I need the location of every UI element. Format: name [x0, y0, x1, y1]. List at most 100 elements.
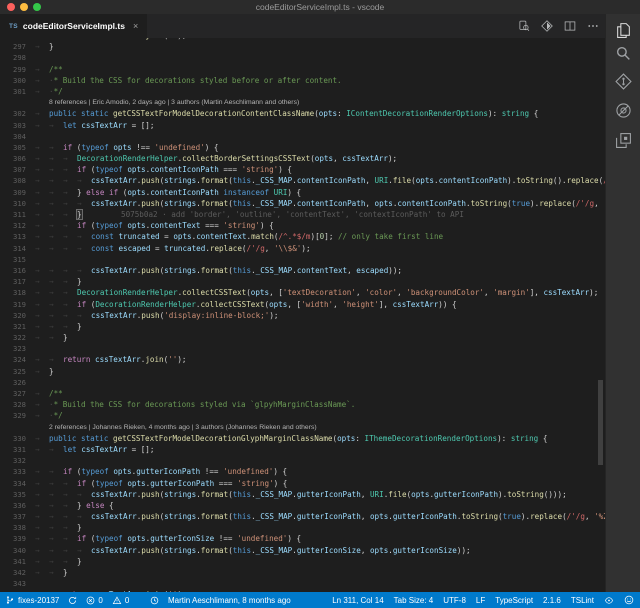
status-item[interactable]: UTF-8 — [443, 596, 466, 605]
tab-whitespace-arrow: → — [49, 287, 63, 298]
tab-whitespace-arrow: → — [77, 265, 91, 276]
code-line[interactable]: 310→→→→cssTextArr.push(strings.format(th… — [0, 198, 605, 209]
line-number: 337 — [0, 511, 26, 522]
code-line[interactable]: 301→·*/ — [0, 86, 605, 97]
tslint-status-icon[interactable] — [604, 596, 614, 605]
open-changes-icon[interactable] — [541, 20, 553, 32]
code-line[interactable]: 328→·* Build the CSS for decorations sty… — [0, 399, 605, 410]
tab-codeEditorServiceImpl[interactable]: TS codeEditorServiceImpl.ts × — [0, 14, 147, 38]
tab-whitespace-arrow: → — [49, 478, 63, 489]
code-line[interactable]: 340→→→→cssTextArr.push(strings.format(th… — [0, 545, 605, 556]
code-line[interactable]: 323 — [0, 343, 605, 354]
tab-whitespace-arrow: → — [77, 310, 91, 321]
warning-count-item[interactable]: 0 — [112, 596, 129, 605]
code-line[interactable]: 329→·*/ — [0, 410, 605, 421]
code-line[interactable]: 339→→→if (typeof opts.gutterIconSize !==… — [0, 533, 605, 544]
line-number: 336 — [0, 500, 26, 511]
debug-icon[interactable] — [615, 102, 632, 119]
close-window-button[interactable] — [7, 3, 15, 11]
tab-whitespace-arrow: → — [35, 175, 49, 186]
explorer-icon[interactable] — [615, 22, 632, 39]
code-line[interactable]: 341→→→} — [0, 556, 605, 567]
code-line[interactable]: 338→→→} — [0, 522, 605, 533]
extensions-icon[interactable] — [615, 132, 632, 149]
status-item[interactable]: Tab Size: 4 — [394, 596, 434, 605]
code-line[interactable]: 342→→} — [0, 567, 605, 578]
zoom-window-button[interactable] — [33, 3, 41, 11]
status-item[interactable]: Ln 311, Col 14 — [332, 596, 383, 605]
code-line[interactable]: 309→→→} else if (opts.contentIconPath in… — [0, 187, 605, 198]
line-number: 316 — [0, 265, 26, 276]
line-number: 305 — [0, 142, 26, 153]
feedback-smiley-icon[interactable] — [624, 595, 634, 605]
code-line[interactable]: 319→→→if (DecorationRenderHelper.collect… — [0, 299, 605, 310]
code-line[interactable]: 322→→} — [0, 332, 605, 343]
codelens[interactable]: 8 references | Eric Amodio, 2 days ago |… — [0, 97, 605, 108]
source-control-icon[interactable] — [615, 73, 632, 90]
codelens[interactable]: 2 references | Johannes Rieken, 4 months… — [0, 422, 605, 433]
status-item[interactable]: TypeScript — [495, 596, 533, 605]
tab-whitespace-arrow: → — [49, 265, 63, 276]
split-editor-icon[interactable] — [564, 20, 576, 32]
code-line[interactable]: 308→→→→cssTextArr.push(strings.format(th… — [0, 175, 605, 186]
code-line[interactable]: 325→} — [0, 366, 605, 377]
code-line[interactable]: 318→→→DecorationRenderHelper.collectCSST… — [0, 287, 605, 298]
line-number: 325 — [0, 366, 26, 377]
code-line[interactable]: 326 — [0, 377, 605, 388]
code-line[interactable]: 324→→return cssTextArr.join(''); — [0, 354, 605, 365]
more-actions-icon[interactable] — [587, 20, 599, 32]
tab-whitespace-arrow: → — [63, 299, 77, 310]
code-line[interactable]: 320→→→→cssTextArr.push('display:inline-b… — [0, 310, 605, 321]
git-branch-item[interactable]: fixes-20137 — [6, 595, 59, 605]
code-line[interactable]: 302→public static getCSSTextForModelDeco… — [0, 108, 605, 119]
code-line[interactable]: 313→→→→const truncated = opts.contentTex… — [0, 231, 605, 242]
tab-whitespace-arrow: → — [49, 545, 63, 556]
code-line[interactable]: 314→→→→const escaped = truncated.replace… — [0, 243, 605, 254]
open-preview-icon[interactable] — [518, 20, 530, 32]
error-count-item[interactable]: 0 — [86, 596, 102, 605]
minimize-window-button[interactable] — [20, 3, 28, 11]
status-item[interactable]: TSLint — [571, 596, 594, 605]
sync-button[interactable] — [68, 596, 77, 605]
code-line[interactable]: 307→→→if (typeof opts.contentIconPath ==… — [0, 164, 605, 175]
code-line[interactable]: 306→→→DecorationRenderHelper.collectBord… — [0, 153, 605, 164]
tab-whitespace-arrow: → — [49, 231, 63, 242]
code-line[interactable]: 300→·* Build the CSS for decorations sty… — [0, 75, 605, 86]
code-line[interactable]: 332 — [0, 455, 605, 466]
gitlens-blame-item[interactable]: Martin Aeschlimann, 8 months ago — [150, 596, 291, 605]
code-line[interactable]: 303→→let cssTextArr = []; — [0, 120, 605, 131]
code-line[interactable]: 312→→→if (typeof opts.contentText === 's… — [0, 220, 605, 231]
search-icon[interactable] — [615, 45, 632, 62]
status-item[interactable]: LF — [476, 596, 485, 605]
code-line[interactable]: 343 — [0, 578, 605, 589]
code-editor[interactable]: 296→→return cssTextArr.join('');297→}298… — [0, 38, 605, 592]
tab-whitespace-arrow: → — [77, 489, 91, 500]
code-line[interactable]: 316→→→→cssTextArr.push(strings.format(th… — [0, 265, 605, 276]
code-line[interactable]: 333→→if (typeof opts.gutterIconPath !== … — [0, 466, 605, 477]
code-line[interactable]: 315 — [0, 254, 605, 265]
scrollbar-thumb[interactable] — [598, 380, 603, 465]
code-line[interactable]: 297→} — [0, 41, 605, 52]
code-line[interactable]: 299→/** — [0, 64, 605, 75]
code-line[interactable]: 335→→→→cssTextArr.push(strings.format(th… — [0, 489, 605, 500]
code-line[interactable]: 305→→if (typeof opts !== 'undefined') { — [0, 142, 605, 153]
code-line[interactable]: 327→/** — [0, 388, 605, 399]
code-line[interactable]: 321→→→} — [0, 321, 605, 332]
status-item[interactable]: 2.1.6 — [543, 596, 561, 605]
code-line[interactable]: 298 — [0, 52, 605, 63]
code-line[interactable]: 331→→let cssTextArr = []; — [0, 444, 605, 455]
tab-whitespace-arrow: → — [77, 511, 91, 522]
code-line[interactable]: 337→→→→cssTextArr.push(strings.format(th… — [0, 511, 605, 522]
tab-whitespace-arrow: → — [35, 198, 49, 209]
tab-whitespace-arrow: → — [63, 287, 77, 298]
code-line[interactable]: 336→→→} else { — [0, 500, 605, 511]
line-number: 315 — [0, 254, 26, 265]
code-line[interactable]: 330→public static getCSSTextForModelDeco… — [0, 433, 605, 444]
tab-whitespace-arrow: → — [35, 120, 49, 131]
code-line[interactable]: 334→→→if (typeof opts.gutterIconPath ===… — [0, 478, 605, 489]
close-tab-icon[interactable]: × — [133, 21, 138, 31]
code-line[interactable]: 304 — [0, 131, 605, 142]
code-line[interactable]: 311→→→} 5075b0a2 · add 'border', 'outlin… — [0, 209, 605, 220]
tab-whitespace-arrow: → — [35, 478, 49, 489]
code-line[interactable]: 317→→→} — [0, 276, 605, 287]
